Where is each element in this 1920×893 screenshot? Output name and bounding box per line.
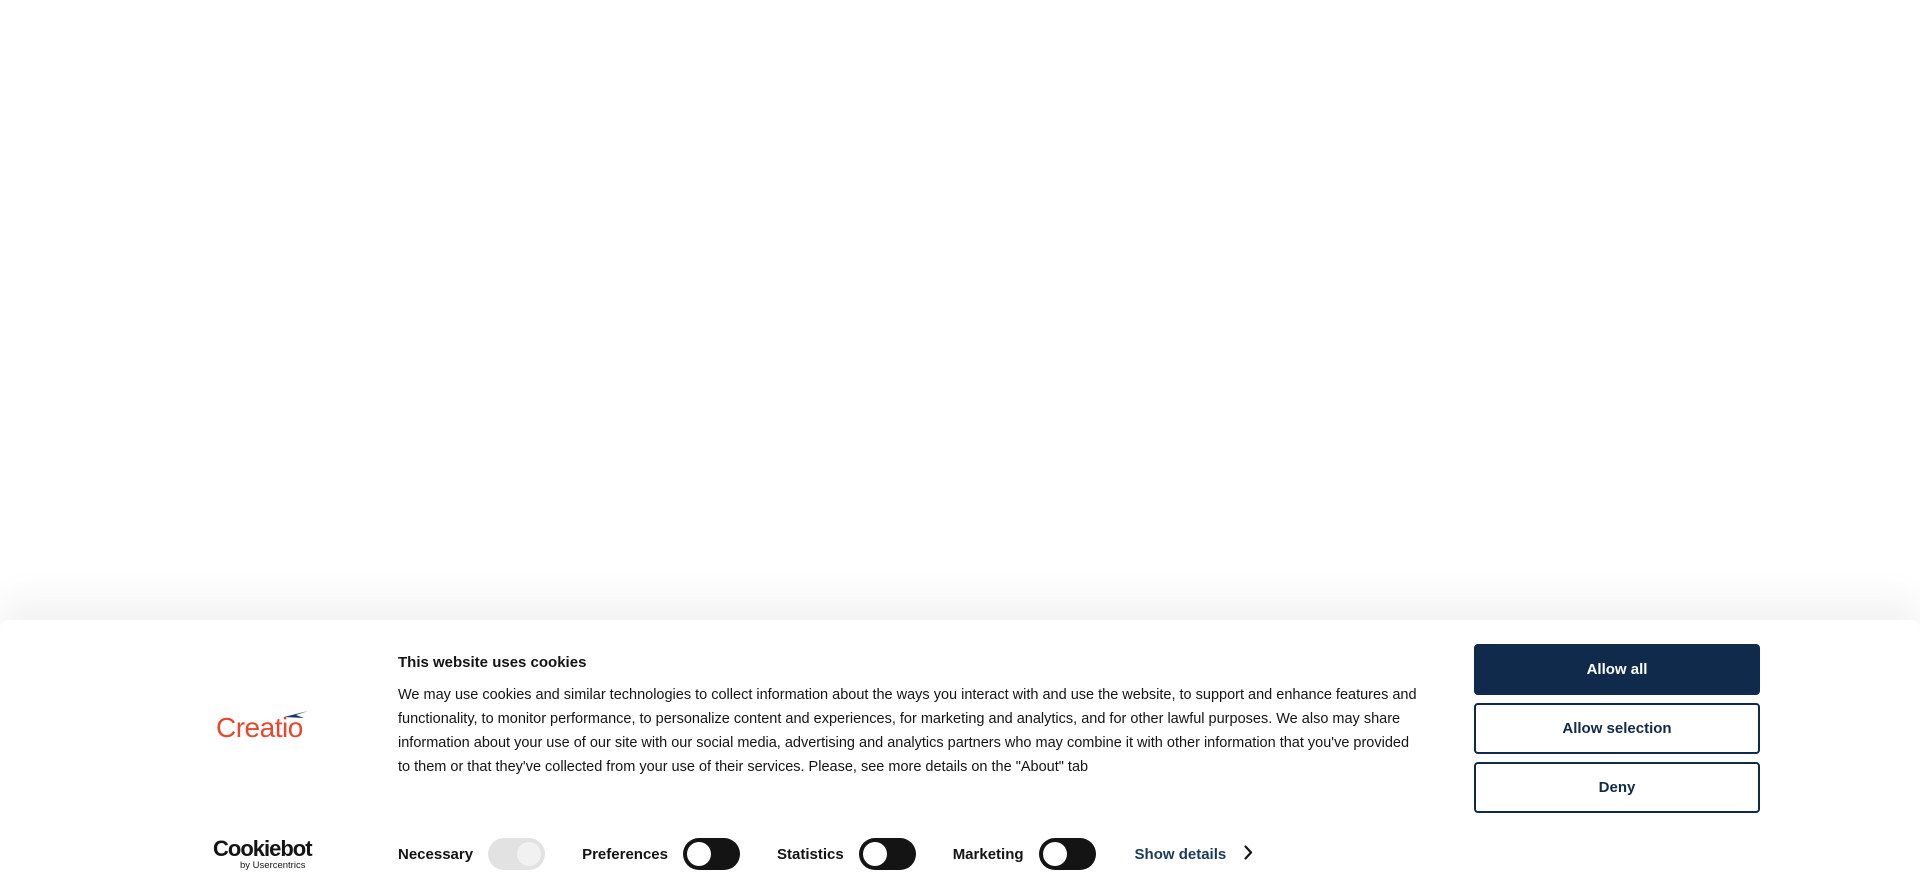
toggle-label-preferences: Preferences	[582, 845, 668, 863]
banner-body-text: We may use cookies and similar technolog…	[398, 687, 1417, 775]
toggle-label-necessary: Necessary	[398, 845, 474, 863]
creatio-logo-arrow-icon	[284, 711, 308, 718]
show-details-link[interactable]: Show details	[1134, 844, 1254, 864]
allow-all-button[interactable]: Allow all	[1474, 644, 1760, 695]
toggle-statistics: Statistics	[777, 838, 916, 870]
preferences-switch[interactable]	[682, 838, 740, 870]
switch-knob	[1042, 842, 1067, 866]
switch-knob	[517, 842, 542, 866]
chevron-right-icon	[1244, 844, 1253, 864]
consent-buttons: Allow all Allow selection Deny	[1474, 644, 1760, 821]
consent-toggles: Necessary Preferences Statistics Marketi…	[398, 838, 1253, 870]
toggle-preferences: Preferences	[582, 838, 740, 870]
toggle-marketing: Marketing	[953, 838, 1096, 870]
cookiebot-logo-text: Cookiebot	[213, 836, 313, 861]
show-details-label: Show details	[1134, 845, 1227, 863]
cookiebot-by-line: by Usercentrics	[240, 860, 306, 871]
banner-content: This website uses cookies We may use coo…	[398, 654, 1423, 779]
statistics-switch[interactable]	[858, 838, 916, 870]
switch-knob	[686, 842, 711, 866]
creatio-logo: Creatio	[216, 708, 316, 748]
marketing-switch[interactable]	[1038, 838, 1096, 870]
toggle-label-marketing: Marketing	[952, 845, 1024, 863]
cookie-consent-banner: Creatio Cookiebot by Usercentrics This w…	[0, 620, 1920, 893]
allow-selection-button[interactable]: Allow selection	[1474, 703, 1760, 754]
banner-title: This website uses cookies	[398, 654, 587, 671]
toggle-necessary: Necessary	[398, 838, 546, 870]
deny-button[interactable]: Deny	[1474, 762, 1760, 813]
toggle-label-statistics: Statistics	[776, 845, 844, 863]
necessary-switch	[488, 838, 546, 870]
switch-knob	[862, 842, 887, 866]
cookiebot-logo: Cookiebot by Usercentrics	[213, 836, 323, 876]
